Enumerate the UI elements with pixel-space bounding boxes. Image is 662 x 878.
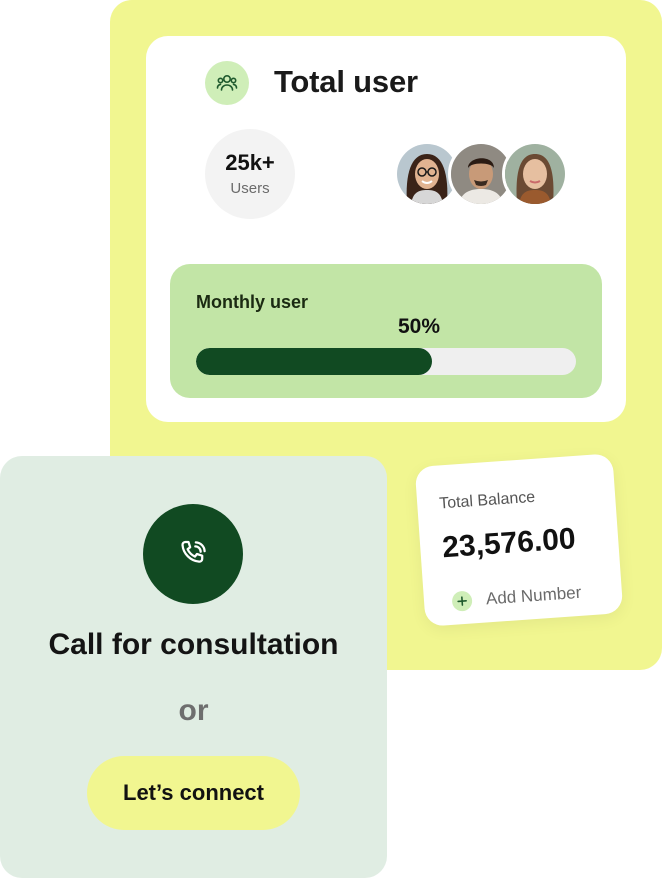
monthly-user-percent: 50% — [398, 315, 441, 338]
add-number-button[interactable]: Add Number — [451, 583, 582, 612]
monthly-progress-fill — [196, 348, 432, 375]
card-title: Total user — [274, 64, 418, 99]
lets-connect-button[interactable]: Let’s connect — [87, 756, 300, 830]
users-count-bubble: 25k+ Users — [205, 129, 295, 219]
phone-call-icon[interactable] — [143, 504, 243, 604]
monthly-user-label: Monthly user — [196, 292, 309, 312]
avatar-woman — [502, 141, 568, 207]
avatar-group — [394, 141, 570, 207]
add-number-label: Add Number — [485, 582, 582, 609]
monthly-user-panel: Monthly user 50% — [170, 264, 602, 398]
or-separator: or — [178, 694, 209, 727]
users-count: 25k+ — [225, 150, 275, 176]
total-balance-card: Total Balance 23,576.00 Add Number — [414, 453, 624, 627]
plus-icon — [451, 590, 473, 612]
monthly-progress-bar — [196, 348, 576, 375]
balance-label: Total Balance — [438, 488, 536, 513]
consultation-card: Call for consultation or Let’s connect — [0, 456, 387, 878]
total-user-card: Total user 25k+ Users Monthly user 50% — [146, 36, 626, 422]
users-label: Users — [230, 179, 270, 197]
consultation-title: Call for consultation — [48, 628, 339, 661]
users-icon — [205, 61, 249, 105]
balance-value: 23,576.00 — [441, 522, 577, 565]
